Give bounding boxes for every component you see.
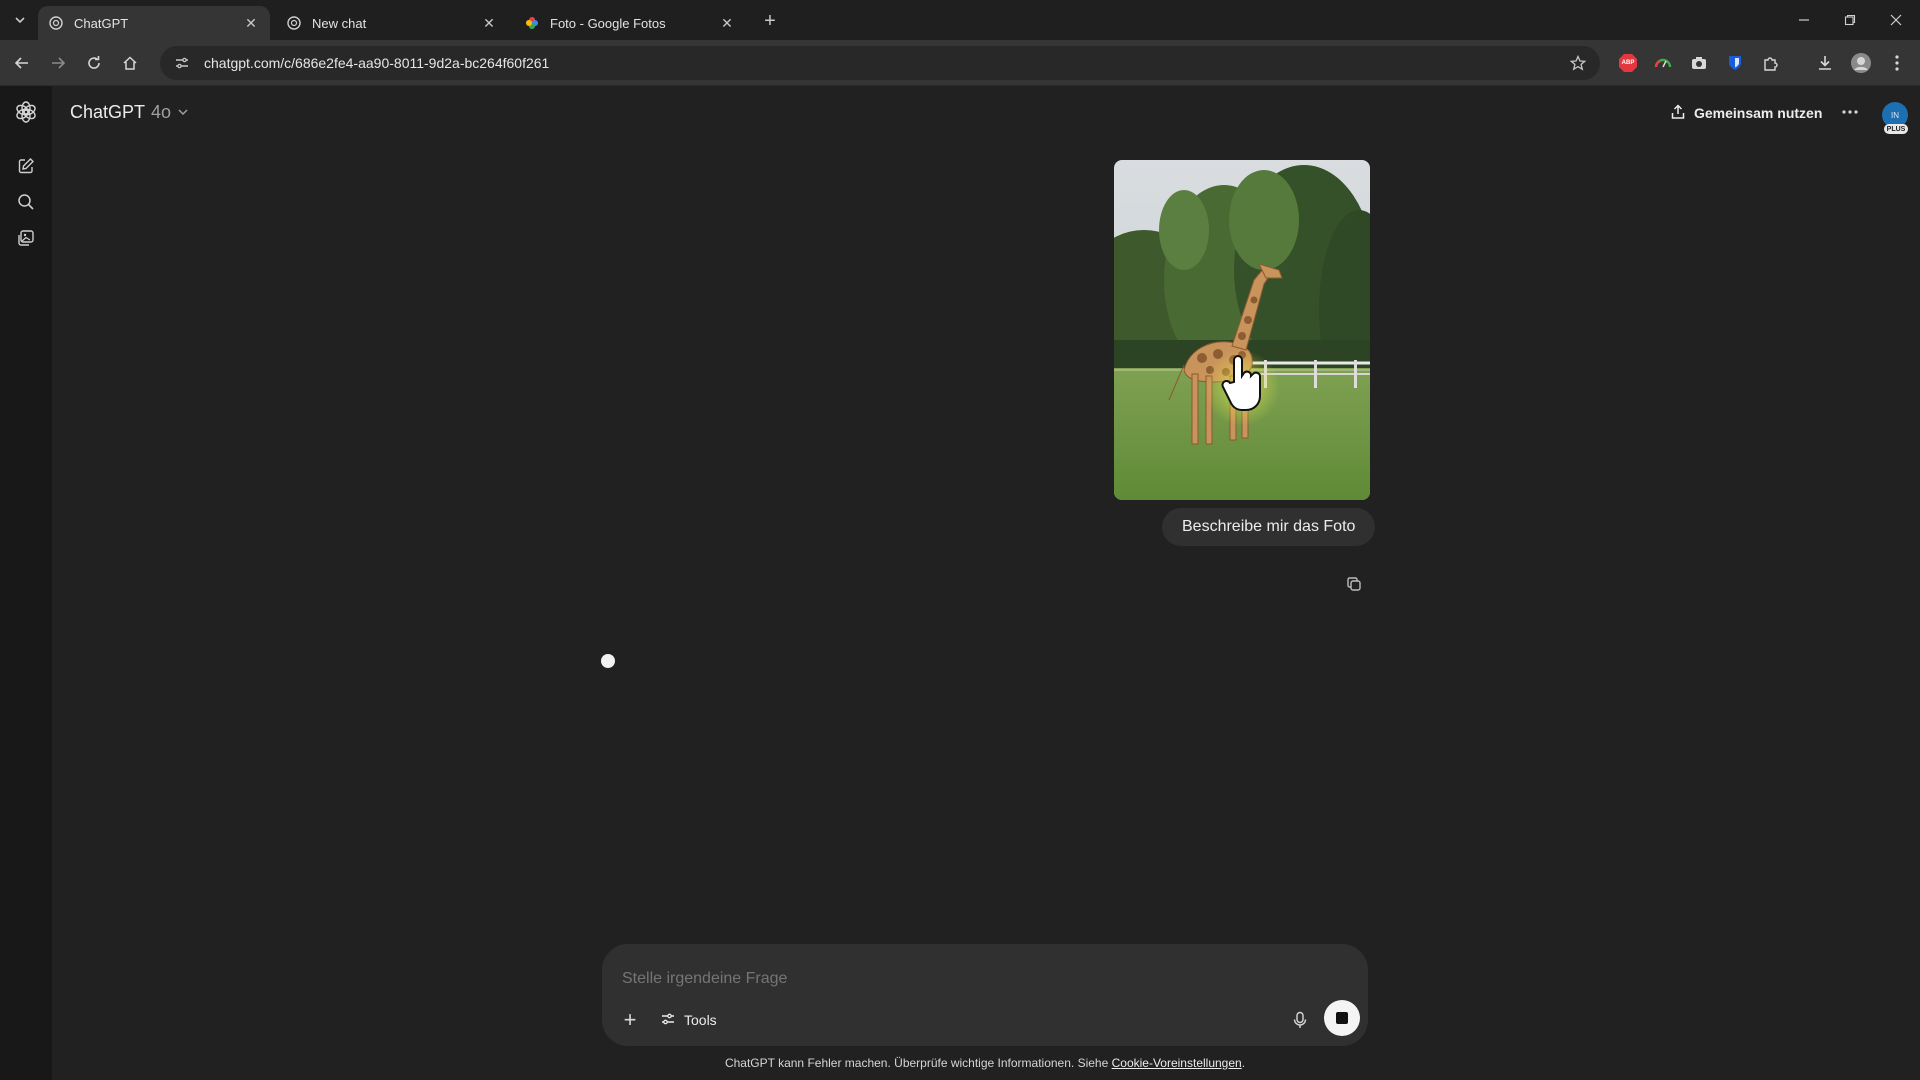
share-upload-icon xyxy=(1670,103,1686,123)
assistant-thinking-indicator xyxy=(601,654,615,668)
browser-tab-new-chat[interactable]: New chat ✕ xyxy=(276,6,508,40)
cookie-settings-link[interactable]: Cookie-Voreinstellungen xyxy=(1112,1056,1242,1070)
profile-avatar-icon[interactable] xyxy=(1850,52,1872,74)
share-button[interactable]: Gemeinsam nutzen xyxy=(1660,98,1832,128)
tab-search-chevron-icon[interactable] xyxy=(8,8,32,32)
new-tab-plus-icon[interactable]: + xyxy=(758,9,782,33)
avatar-initials: IN xyxy=(1891,110,1899,120)
download-icon[interactable] xyxy=(1814,52,1836,74)
more-options-icon[interactable] xyxy=(1836,98,1864,126)
tab-title: New chat xyxy=(312,15,367,31)
home-icon[interactable] xyxy=(116,49,144,77)
disclaimer-footer: ChatGPT kann Fehler machen. Überprüfe wi… xyxy=(0,1056,1920,1070)
uploaded-giraffe-photo[interactable] xyxy=(1114,160,1370,500)
app-name: ChatGPT xyxy=(70,102,146,122)
site-settings-icon[interactable] xyxy=(172,53,192,73)
plan-badge: PLUS xyxy=(1884,124,1908,134)
browser-menu-icon[interactable] xyxy=(1886,52,1908,74)
tab-title: ChatGPT xyxy=(74,15,129,31)
gauge-icon[interactable] xyxy=(1652,52,1674,74)
puzzle-icon[interactable] xyxy=(1760,52,1782,74)
bookmark-star-icon[interactable] xyxy=(1568,53,1588,73)
tab-close-icon[interactable]: ✕ xyxy=(242,14,260,32)
bitwarden-icon[interactable] xyxy=(1724,52,1746,74)
app-sidebar xyxy=(0,86,52,1080)
disclaimer-suffix: . xyxy=(1241,1056,1246,1070)
google-photos-icon xyxy=(524,15,540,31)
library-images-icon[interactable] xyxy=(12,224,40,252)
openai-logo-icon[interactable] xyxy=(12,98,40,126)
minimize-icon[interactable] xyxy=(1782,6,1826,34)
user-message-bubble: Beschreibe mir das Foto xyxy=(1162,508,1376,546)
restore-icon[interactable] xyxy=(1828,6,1872,34)
stop-square-icon xyxy=(1336,1012,1348,1024)
disclaimer-text: ChatGPT kann Fehler machen. Überprüfe wi… xyxy=(724,1056,1112,1070)
chatgpt-icon xyxy=(48,15,64,31)
copy-icon[interactable] xyxy=(1342,572,1366,596)
tab-close-icon[interactable]: ✕ xyxy=(480,14,498,32)
url-text: chatgpt.com/c/686e2fe4-aa90-8011-9d2a-bc… xyxy=(204,55,550,71)
user-message-text: Beschreibe mir das Foto xyxy=(1182,518,1356,535)
add-attachment-plus-icon[interactable]: + xyxy=(616,1006,644,1034)
new-chat-pencil-icon[interactable] xyxy=(12,152,40,180)
message-composer: + Tools xyxy=(602,944,1368,1046)
abp-icon[interactable]: ABP xyxy=(1617,52,1639,74)
model-selector[interactable]: ChatGPT 4o xyxy=(70,102,189,123)
forward-arrow-icon[interactable] xyxy=(44,49,72,77)
stop-generating-button[interactable] xyxy=(1324,1000,1360,1036)
share-label: Gemeinsam nutzen xyxy=(1694,105,1823,121)
browser-tab-bar: ChatGPT ✕ New chat ✕ Foto - Google Fotos… xyxy=(0,0,1920,40)
reload-icon[interactable] xyxy=(80,49,108,77)
back-arrow-icon[interactable] xyxy=(8,49,36,77)
browser-tab-google-fotos[interactable]: Foto - Google Fotos ✕ xyxy=(514,6,746,40)
microphone-icon[interactable] xyxy=(1286,1006,1314,1034)
prompt-input[interactable] xyxy=(622,964,1302,994)
chatgpt-icon xyxy=(286,15,302,31)
browser-tab-chatgpt[interactable]: ChatGPT ✕ xyxy=(38,6,270,40)
camera-icon[interactable] xyxy=(1688,52,1710,74)
chevron-down-icon xyxy=(177,102,189,123)
tools-label: Tools xyxy=(684,1012,717,1028)
search-icon[interactable] xyxy=(12,188,40,216)
tools-sliders-icon xyxy=(660,1011,676,1030)
browser-toolbar: chatgpt.com/c/686e2fe4-aa90-8011-9d2a-bc… xyxy=(0,40,1920,86)
tools-button[interactable]: Tools xyxy=(654,1006,723,1034)
tab-close-icon[interactable]: ✕ xyxy=(718,14,736,32)
abp-label: ABP xyxy=(1621,60,1635,66)
tab-title: Foto - Google Fotos xyxy=(550,15,666,31)
address-bar[interactable]: chatgpt.com/c/686e2fe4-aa90-8011-9d2a-bc… xyxy=(160,46,1600,80)
model-name: 4o xyxy=(151,102,172,122)
window-close-icon[interactable] xyxy=(1874,6,1918,34)
